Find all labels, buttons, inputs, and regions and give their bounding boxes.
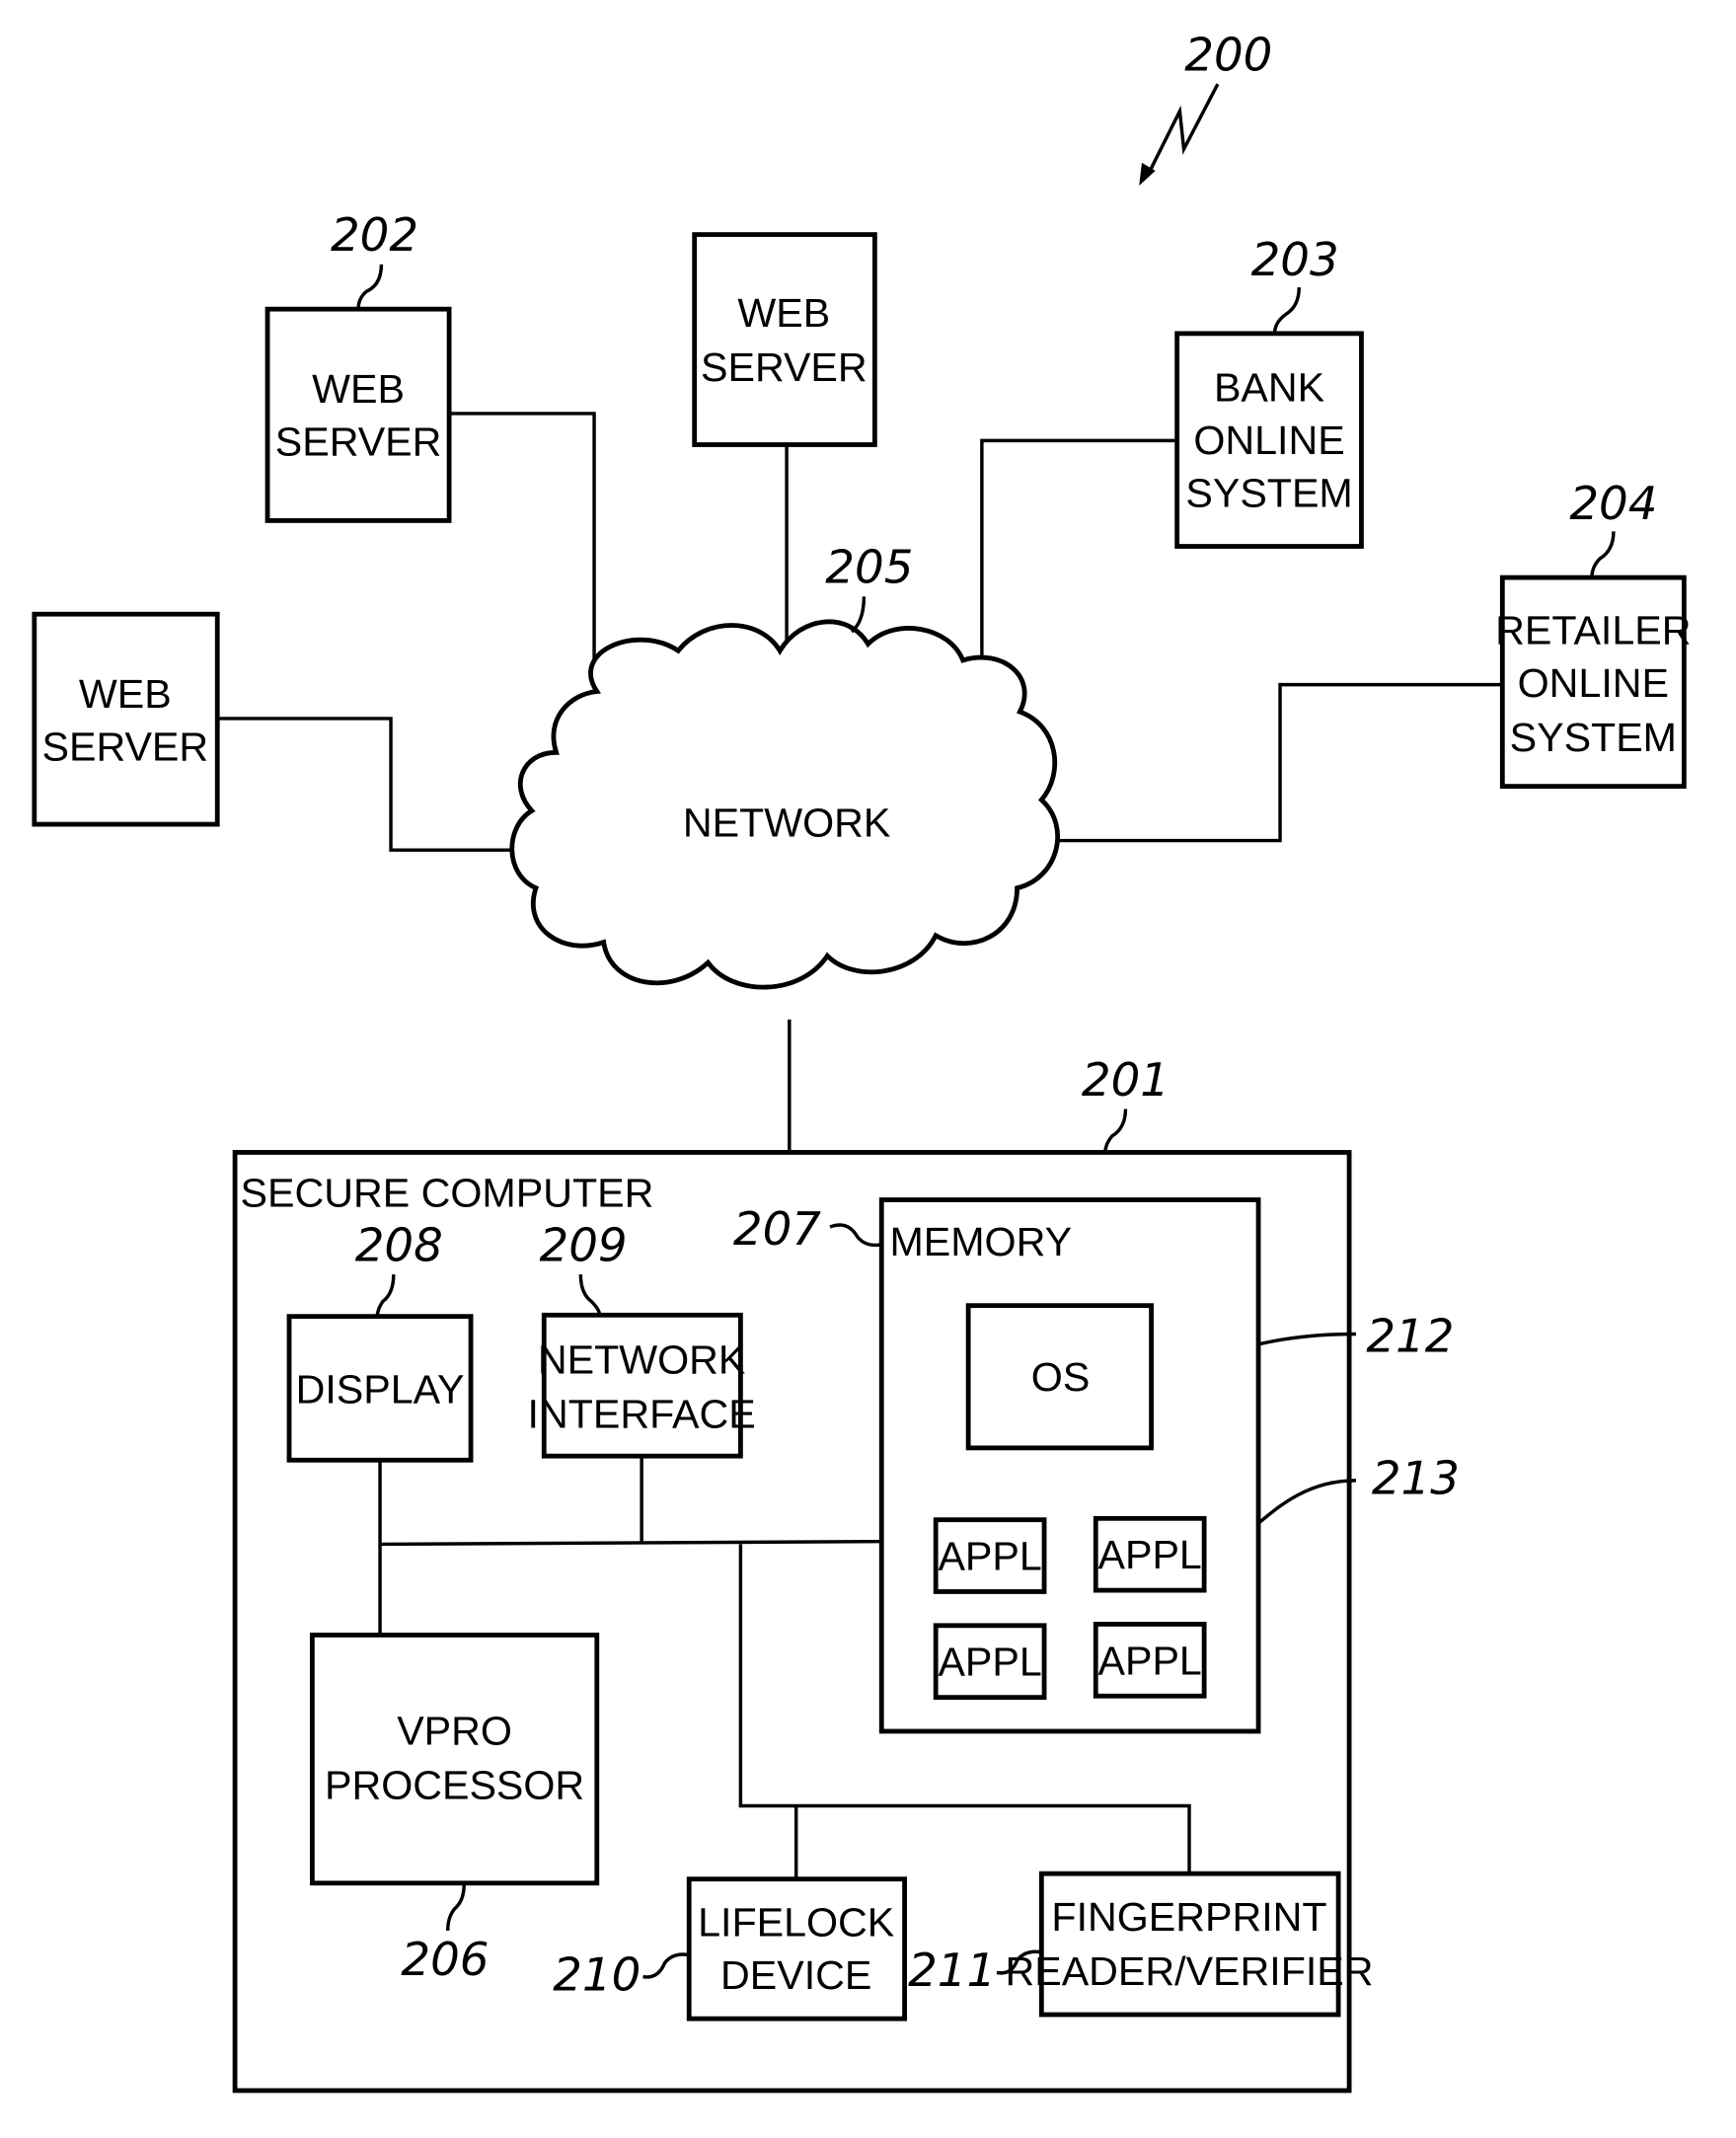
ref-205: 205 [825,542,913,595]
appl-1[interactable]: APPL [933,1517,1047,1594]
web-server-center[interactable]: WEB SERVER [692,232,877,447]
ref-203-leader [1272,287,1301,334]
web-server-left-line2: SERVER [42,725,209,770]
network-interface-209[interactable]: NETWORK INTERFACE [528,1312,756,1459]
appl-2-label: APPL [1098,1532,1202,1577]
appl-4-label: APPL [1098,1638,1202,1683]
display-label: DISPLAY [296,1367,465,1413]
ref-201: 201 [1082,1054,1170,1107]
netif-line2: INTERFACE [528,1391,756,1436]
lifelock-device-210[interactable]: LIFELOCK DEVICE [686,1876,907,2022]
ref-204: 204 [1569,478,1657,531]
fingerprint-line2: READER/VERIFIER [1005,1948,1373,1994]
bank-line1: BANK [1214,365,1325,411]
os-label: OS [1031,1354,1091,1400]
appl-3[interactable]: APPL [933,1623,1047,1701]
lifelock-line1: LIFELOCK [698,1899,895,1945]
os-212[interactable]: OS [965,1303,1154,1451]
ref-203: 203 [1251,234,1339,287]
retailer-line1: RETAILER [1495,607,1691,652]
ref-207: 207 [733,1203,821,1257]
vpro-processor-206[interactable]: VPRO PROCESSOR [309,1633,600,1886]
network-cloud-205[interactable]: NETWORK [509,619,1060,990]
bank-line3: SYSTEM [1185,471,1352,516]
ref-204-leader [1590,531,1616,578]
web-server-center-line2: SERVER [701,344,868,390]
ref-201-leader [1103,1108,1128,1153]
secure-computer-title: SECURE COMPUTER [241,1170,654,1215]
ref-200-arrow [1145,83,1220,178]
web-server-202-line1: WEB [312,366,405,412]
bank-online-system-203[interactable]: BANK ONLINE SYSTEM [1174,331,1364,549]
memory-title: MEMORY [889,1219,1072,1264]
system-diagram: 200 WEB SERVER 202 WEB SERVER WEB SERVER… [32,29,1691,2094]
fingerprint-reader-211[interactable]: FINGERPRINT READER/VERIFIER [1005,1871,1374,2018]
appl-3-label: APPL [938,1640,1041,1685]
ref-202: 202 [331,209,418,263]
ref-213: 213 [1372,1453,1460,1506]
web-server-202[interactable]: WEB SERVER [264,306,452,523]
processor-line2: PROCESSOR [325,1763,584,1808]
ref-209: 209 [540,1219,628,1272]
web-server-left-line1: WEB [79,671,172,717]
network-label: NETWORK [683,800,891,845]
ref-200: 200 [1184,29,1272,82]
retailer-line3: SYSTEM [1510,715,1677,760]
ref-212: 212 [1366,1310,1454,1363]
ref-206: 206 [401,1934,489,1987]
bank-line2: ONLINE [1193,418,1344,463]
lifelock-line2: DEVICE [720,1952,871,1998]
display-208[interactable]: DISPLAY [286,1314,474,1463]
web-server-left[interactable]: WEB SERVER [32,611,220,827]
appl-2[interactable]: APPL [1093,1515,1207,1593]
processor-line1: VPRO [397,1709,512,1754]
web-server-202-line2: SERVER [275,419,442,464]
ref-210: 210 [553,1948,641,2002]
appl-4[interactable]: APPL [1093,1622,1207,1699]
fingerprint-line1: FINGERPRINT [1051,1894,1326,1940]
retailer-online-system-204[interactable]: RETAILER ONLINE SYSTEM [1495,574,1691,790]
netif-line1: NETWORK [538,1336,746,1382]
ref-202-leader [356,264,384,310]
appl-1-label: APPL [938,1534,1041,1579]
retailer-line2: ONLINE [1518,660,1669,706]
web-server-center-line1: WEB [737,290,830,336]
ref-208: 208 [355,1219,443,1272]
ref-211: 211 [908,1945,996,1998]
